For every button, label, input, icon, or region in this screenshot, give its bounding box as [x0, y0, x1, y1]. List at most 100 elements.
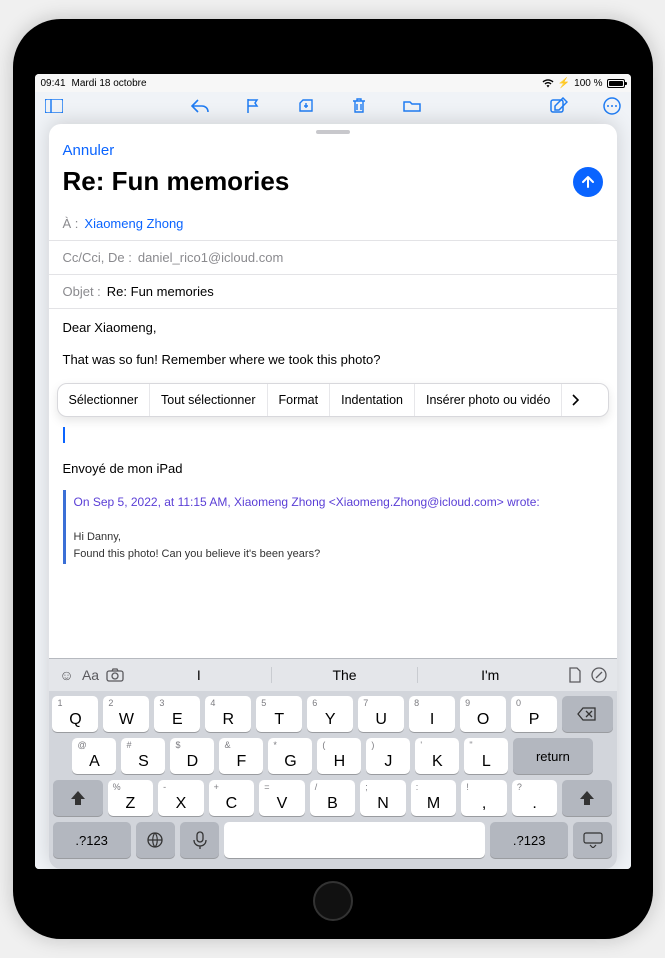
sheet-grab-handle[interactable] — [316, 130, 350, 134]
key-N[interactable]: N; — [360, 780, 406, 816]
text-format-icon[interactable]: Aa — [79, 667, 103, 683]
suggestion-3[interactable]: I'm — [417, 667, 563, 683]
quote-header: On Sep 5, 2022, at 11:15 AM, Xiaomeng Zh… — [74, 494, 603, 510]
status-date: Mardi 18 octobre — [72, 78, 147, 89]
subject-field[interactable]: Objet : Re: Fun memories — [49, 275, 617, 309]
numkey-right[interactable]: .?123 — [490, 822, 568, 858]
key-O[interactable]: O9 — [460, 696, 506, 732]
compose-sheet: Annuler Re: Fun memories À : Xiaomeng Zh… — [49, 124, 617, 869]
key-R[interactable]: R4 — [205, 696, 251, 732]
key-Q[interactable]: Q1 — [52, 696, 98, 732]
key-X[interactable]: X- — [158, 780, 204, 816]
folder-icon[interactable] — [403, 97, 421, 115]
reply-icon[interactable] — [191, 97, 209, 115]
shift-key-left[interactable] — [53, 780, 103, 816]
kbd-row-2: A@S#D$F&G*H(J)K'L"return — [53, 738, 613, 774]
key-U[interactable]: U7 — [358, 696, 404, 732]
hide-keyboard-key[interactable] — [573, 822, 612, 858]
subject-label: Objet : — [63, 284, 101, 299]
scan-doc-icon[interactable] — [563, 667, 587, 683]
menu-select[interactable]: Sélectionner — [58, 384, 151, 416]
backspace-key[interactable] — [562, 696, 613, 732]
send-button[interactable] — [573, 167, 603, 197]
key-S[interactable]: S# — [121, 738, 165, 774]
key-K[interactable]: K' — [415, 738, 459, 774]
kbd-row-4: .?123 .?123 — [53, 822, 613, 858]
key-T[interactable]: T5 — [256, 696, 302, 732]
ipad-frame: 09:41 Mardi 18 octobre ⚡ 100 % — [13, 19, 653, 939]
key-Z[interactable]: Z% — [108, 780, 154, 816]
key-M[interactable]: M: — [411, 780, 457, 816]
body-line1: That was so fun! Remember where we took … — [63, 351, 603, 369]
suggestion-2[interactable]: The — [271, 667, 417, 683]
cancel-button[interactable]: Annuler — [63, 142, 115, 159]
key-P[interactable]: P0 — [511, 696, 557, 732]
battery-icon — [607, 79, 625, 88]
key-.[interactable]: .? — [512, 780, 558, 816]
key-G[interactable]: G* — [268, 738, 312, 774]
globe-icon — [146, 831, 164, 849]
key-C[interactable]: C+ — [209, 780, 255, 816]
key-Y[interactable]: Y6 — [307, 696, 353, 732]
key-F[interactable]: F& — [219, 738, 263, 774]
key-W[interactable]: W2 — [103, 696, 149, 732]
chevron-right-icon — [571, 394, 579, 406]
compose-body[interactable]: Dear Xiaomeng, That was so fun! Remember… — [49, 309, 617, 658]
suggestion-1[interactable]: I — [127, 667, 272, 683]
cc-label: Cc/Cci, De : — [63, 250, 132, 265]
numkey-left[interactable]: .?123 — [53, 822, 131, 858]
keyboard: ☺ Aa I The I'm Q1W2E3R4T5Y6U7I8O9P0 — [49, 658, 617, 869]
key-J[interactable]: J) — [366, 738, 410, 774]
cc-field[interactable]: Cc/Cci, De : daniel_rico1@icloud.com — [49, 241, 617, 275]
kbd-row-1: Q1W2E3R4T5Y6U7I8O9P0 — [53, 696, 613, 732]
space-key[interactable] — [224, 822, 485, 858]
kbd-row-3: Z%X-C+V=B/N;M:,!.? — [53, 780, 613, 816]
more-icon[interactable] — [603, 97, 621, 115]
key-D[interactable]: D$ — [170, 738, 214, 774]
camera-icon[interactable] — [103, 668, 127, 682]
shift-key-right[interactable] — [562, 780, 612, 816]
compose-icon[interactable] — [550, 97, 568, 115]
mail-bg-toolbar — [35, 92, 631, 120]
key-E[interactable]: E3 — [154, 696, 200, 732]
to-value[interactable]: Xiaomeng Zhong — [84, 216, 183, 231]
return-key[interactable]: return — [513, 738, 592, 774]
text-cursor — [63, 427, 65, 443]
text-edit-menu: Sélectionner Tout sélectionner Format In… — [57, 383, 609, 417]
to-label: À : — [63, 216, 79, 231]
battery-percent: 100 % — [574, 78, 602, 89]
status-time: 09:41 — [41, 78, 66, 89]
quote-body2: Found this photo! Can you believe it's b… — [74, 546, 603, 564]
menu-format[interactable]: Format — [268, 384, 331, 416]
compose-title: Re: Fun memories — [63, 166, 290, 197]
mic-key[interactable] — [180, 822, 219, 858]
menu-indent[interactable]: Indentation — [330, 384, 415, 416]
key-I[interactable]: I8 — [409, 696, 455, 732]
menu-more[interactable] — [562, 384, 588, 416]
to-field[interactable]: À : Xiaomeng Zhong — [49, 207, 617, 241]
cc-value: daniel_rico1@icloud.com — [138, 250, 283, 265]
move-icon[interactable] — [297, 97, 315, 115]
sidebar-icon[interactable] — [45, 97, 63, 115]
suggestions: I The I'm — [127, 667, 563, 683]
key-V[interactable]: V= — [259, 780, 305, 816]
kbd-suggest-bar: ☺ Aa I The I'm — [49, 659, 617, 691]
trash-icon[interactable] — [350, 97, 368, 115]
backspace-icon — [577, 707, 597, 721]
shift-icon — [70, 790, 86, 806]
wifi-icon — [542, 79, 554, 88]
key-B[interactable]: B/ — [310, 780, 356, 816]
markup-icon[interactable] — [587, 667, 611, 683]
key-H[interactable]: H( — [317, 738, 361, 774]
key-,[interactable]: ,! — [461, 780, 507, 816]
hide-keyboard-icon — [583, 832, 603, 848]
key-L[interactable]: L" — [464, 738, 508, 774]
emoji-search-icon[interactable]: ☺ — [55, 667, 79, 683]
globe-key[interactable] — [136, 822, 175, 858]
menu-insert-photo[interactable]: Insérer photo ou vidéo — [415, 384, 562, 416]
quote-body1: Hi Danny, — [74, 529, 603, 547]
flag-icon[interactable] — [244, 97, 262, 115]
key-A[interactable]: A@ — [72, 738, 116, 774]
menu-select-all[interactable]: Tout sélectionner — [150, 384, 268, 416]
home-button[interactable] — [313, 881, 353, 921]
